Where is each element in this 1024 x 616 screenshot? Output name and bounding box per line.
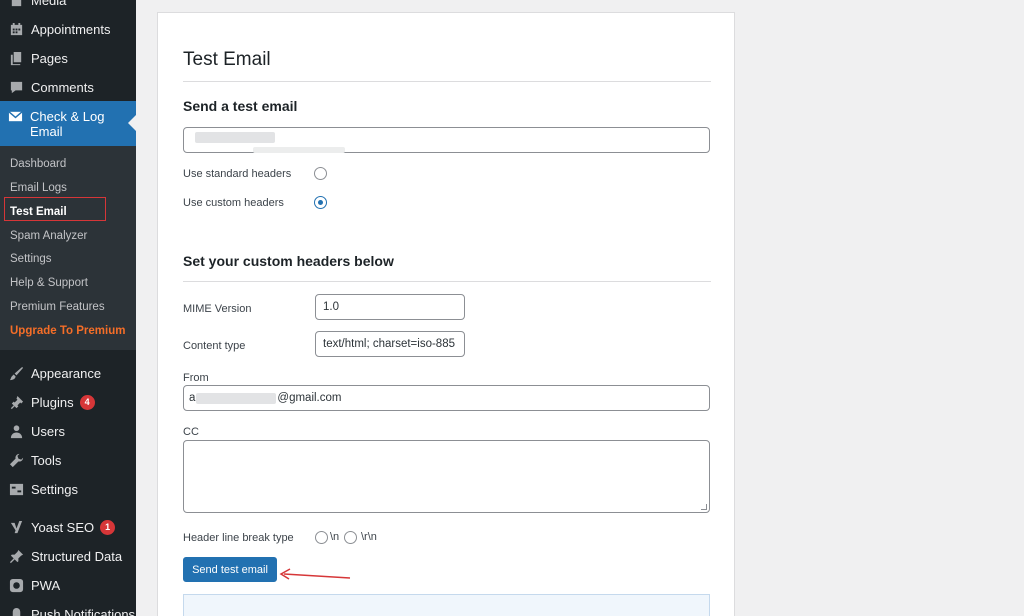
mime-version-label: MIME Version xyxy=(183,303,252,315)
use-standard-headers-radio[interactable] xyxy=(314,167,327,180)
menu-item-pages[interactable]: Pages xyxy=(0,44,136,73)
header-line-break-label: Header line break type xyxy=(183,532,294,544)
test-email-highlight-box xyxy=(4,197,106,221)
plugin-icon xyxy=(8,395,24,411)
use-custom-headers-radio[interactable] xyxy=(314,196,327,209)
line-break-n-label: \n xyxy=(330,531,340,543)
annotation-arrow-icon xyxy=(279,568,351,580)
redacted-from xyxy=(196,392,277,404)
test-email-panel: Test Email Send a test email Use standar… xyxy=(157,12,735,616)
menu-item-settings[interactable]: Settings xyxy=(0,475,136,504)
comments-icon xyxy=(8,80,24,96)
from-value-suffix: @gmail.com xyxy=(277,392,342,404)
submenu-item-dashboard[interactable]: Dashboard xyxy=(10,156,66,172)
result-notice-box xyxy=(183,594,710,616)
current-menu-arrow xyxy=(128,115,136,131)
submenu-item-email-logs[interactable]: Email Logs xyxy=(10,180,67,196)
menu-item-check-log-email[interactable]: Check & Log Email xyxy=(0,101,136,146)
submenu-item-upgrade-premium[interactable]: Upgrade To Premium xyxy=(10,323,125,339)
line-break-rn-radio[interactable] xyxy=(344,531,357,544)
menu-item-yoast-seo[interactable]: Yoast SEO 1 xyxy=(0,513,136,542)
page-title: Test Email xyxy=(183,49,271,70)
menu-item-comments[interactable]: Comments xyxy=(0,73,136,102)
paintbrush-icon xyxy=(8,366,24,382)
pages-icon xyxy=(8,51,24,67)
resize-grip-icon[interactable] xyxy=(701,504,707,510)
redacted-recipient xyxy=(195,132,275,143)
submenu-item-settings[interactable]: Settings xyxy=(10,251,52,267)
mime-version-input[interactable]: 1.0 xyxy=(315,294,465,320)
bell-icon xyxy=(8,607,24,616)
plugins-update-badge: 4 xyxy=(79,395,95,410)
media-icon xyxy=(8,0,24,9)
custom-headers-heading: Set your custom headers below xyxy=(183,253,394,269)
menu-item-appearance[interactable]: Appearance xyxy=(0,359,136,388)
from-input[interactable]: a @gmail.com xyxy=(183,385,710,411)
pin-icon xyxy=(8,549,24,565)
menu-item-media[interactable]: Media xyxy=(0,0,136,15)
submenu-item-help-support[interactable]: Help & Support xyxy=(10,275,88,291)
use-standard-headers-label: Use standard headers xyxy=(183,168,292,180)
menu-item-plugins[interactable]: Plugins 4 xyxy=(0,388,136,417)
menu-item-structured-data[interactable]: Structured Data xyxy=(0,542,136,571)
content-type-input[interactable]: text/html; charset=iso-885 xyxy=(315,331,465,357)
line-break-n-radio[interactable] xyxy=(315,531,328,544)
wrench-icon xyxy=(8,453,24,469)
menu-item-pwa[interactable]: PWA xyxy=(0,571,136,600)
menu-item-appointments[interactable]: Appointments xyxy=(0,15,136,44)
pwa-icon xyxy=(8,578,24,594)
yoast-icon xyxy=(8,520,24,536)
headers-divider xyxy=(183,281,711,282)
calendar-icon xyxy=(8,22,24,38)
from-label: From xyxy=(183,372,209,384)
yoast-notification-badge: 1 xyxy=(100,520,116,535)
envelope-icon xyxy=(8,109,24,125)
send-test-email-button[interactable]: Send test email xyxy=(183,557,277,582)
title-divider xyxy=(183,81,711,82)
settings-icon xyxy=(8,482,24,498)
send-test-email-heading: Send a test email xyxy=(183,98,298,114)
admin-sidebar: Media Appointments Pages Comments Check … xyxy=(0,0,136,616)
check-log-email-submenu: Dashboard Email Logs Test Email Spam Ana… xyxy=(0,146,136,350)
users-icon xyxy=(8,424,24,440)
content-type-label: Content type xyxy=(183,340,246,352)
submenu-item-spam-analyzer[interactable]: Spam Analyzer xyxy=(10,228,87,244)
menu-item-push-notifications[interactable]: Push Notifications xyxy=(0,600,136,616)
submenu-item-premium-features[interactable]: Premium Features xyxy=(10,299,105,315)
use-custom-headers-label: Use custom headers xyxy=(183,197,284,209)
cc-label: CC xyxy=(183,426,199,438)
from-value-prefix: a xyxy=(189,392,196,404)
menu-item-users[interactable]: Users xyxy=(0,417,136,446)
line-break-rn-label: \r\n xyxy=(361,531,377,543)
cc-textarea[interactable] xyxy=(183,440,710,513)
menu-item-tools[interactable]: Tools xyxy=(0,446,136,475)
redacted-recipient-shadow xyxy=(253,147,345,153)
